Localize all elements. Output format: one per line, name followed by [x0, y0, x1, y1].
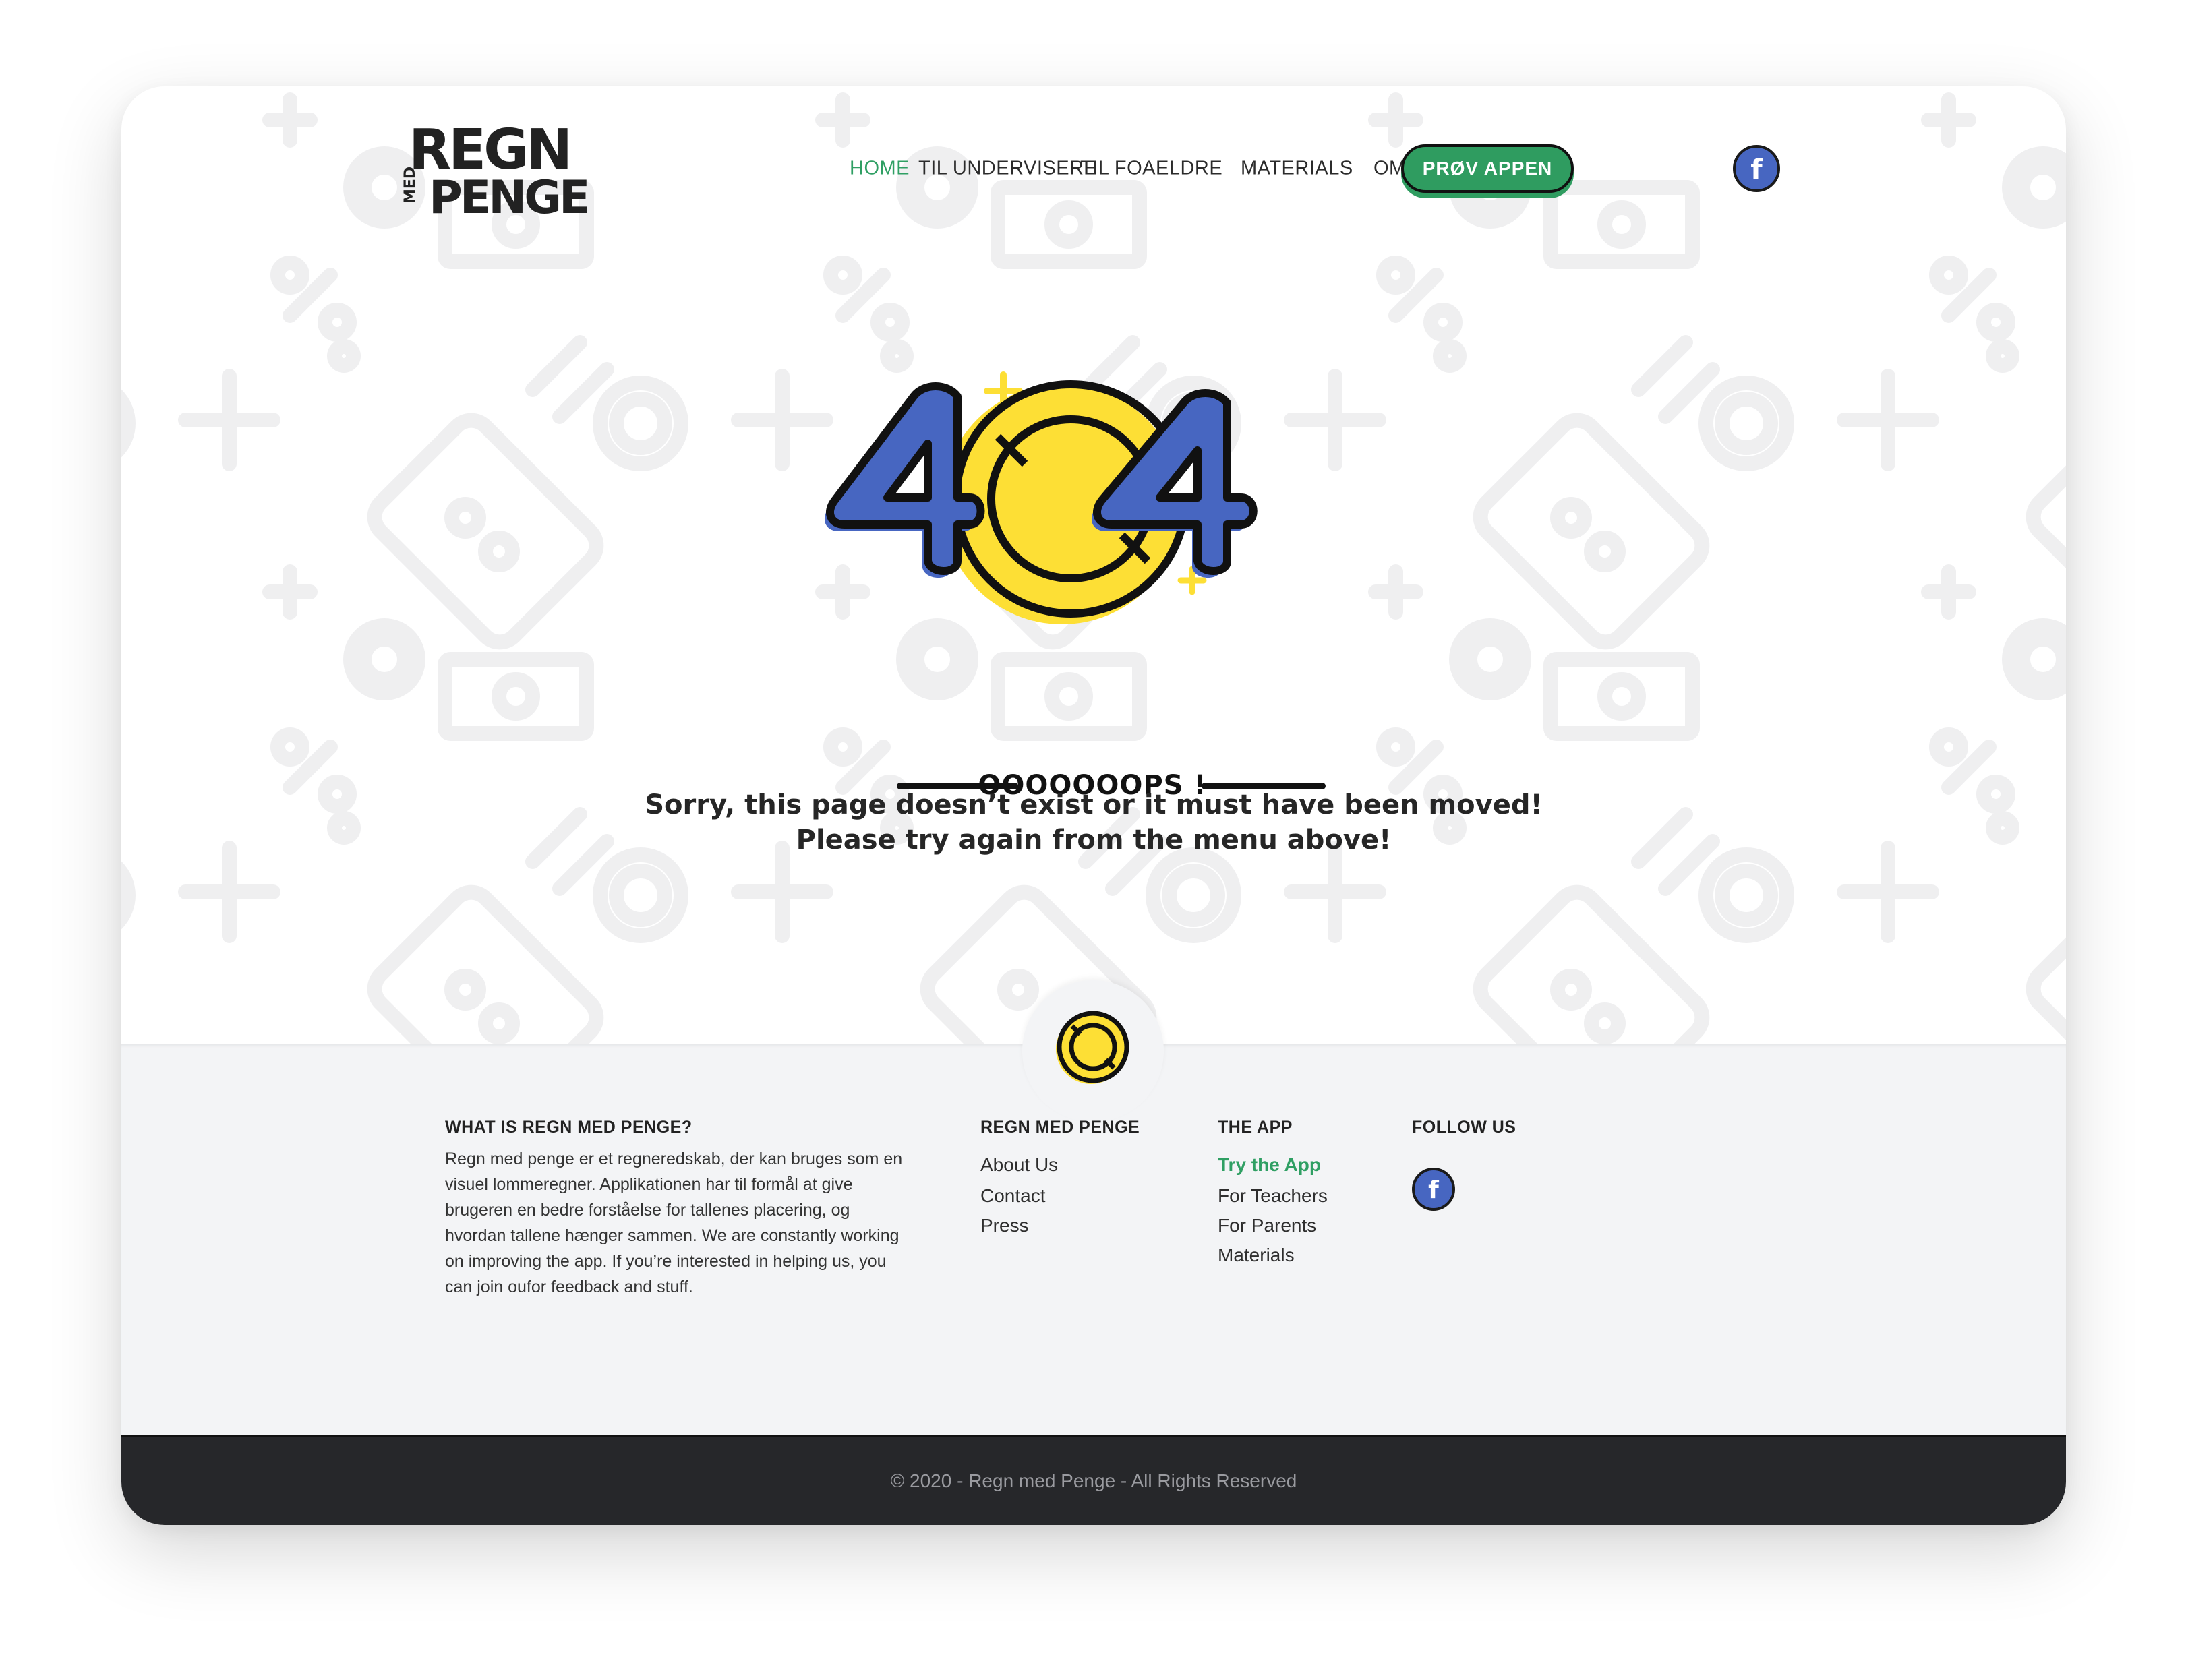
footer-link-materials[interactable]: Materials [1218, 1244, 1295, 1266]
footer-link-about-us[interactable]: About Us [980, 1154, 1058, 1176]
nav-til-undervisere[interactable]: TIL UNDERVISERE [918, 158, 1097, 180]
logo-regn: REGN [409, 118, 572, 182]
logo-penge: PENGE [429, 171, 590, 224]
footer-link-contact[interactable]: Contact [980, 1185, 1046, 1207]
footer-link-for-teachers[interactable]: For Teachers [1218, 1185, 1328, 1207]
error-message: Sorry, this page doesn’t exist or it mus… [121, 787, 2066, 858]
error-404-illustration [824, 371, 1258, 624]
footer-link-for-parents[interactable]: For Parents [1218, 1215, 1316, 1236]
try-app-button[interactable]: PRØV APPEN [1401, 144, 1574, 193]
footer-follow-heading: FOLLOW US [1412, 1118, 1516, 1137]
coin-icon [1056, 1011, 1129, 1084]
facebook-icon[interactable]: f [1733, 145, 1780, 192]
footer-app-heading: THE APP [1218, 1118, 1293, 1137]
facebook-glyph: f [1428, 1176, 1439, 1204]
logo-med: MED [402, 166, 419, 204]
nav-til-foaeldre[interactable]: TIL FOAELDRE [1080, 158, 1222, 180]
footer-link-try-app[interactable]: Try the App [1218, 1154, 1321, 1176]
error-message-line1: Sorry, this page doesn’t exist or it mus… [645, 789, 1543, 820]
copyright-text: © 2020 - Regn med Penge - All Rights Res… [890, 1470, 1297, 1491]
footer-about-heading: WHAT IS REGN MED PENGE? [445, 1118, 692, 1137]
facebook-icon[interactable]: f [1412, 1168, 1455, 1211]
copyright-bar: © 2020 - Regn med Penge - All Rights Res… [121, 1435, 2066, 1525]
footer-regn-heading: REGN MED PENGE [980, 1118, 1140, 1137]
nav-materials[interactable]: MATERIALS [1241, 158, 1353, 180]
nav-home[interactable]: HOME [850, 158, 910, 180]
browser-frame: REGN MED PENGE HOME TIL UNDERVISERE TIL … [121, 86, 2066, 1525]
facebook-glyph: f [1750, 154, 1763, 185]
digit-four-left [824, 382, 985, 578]
brand-logo[interactable]: REGN MED PENGE [402, 123, 590, 224]
footer-about-text: Regn med penge er et regneredskab, der k… [445, 1149, 903, 1296]
error-message-line2: Please try again from the menu above! [796, 824, 1392, 856]
footer-link-press[interactable]: Press [980, 1215, 1029, 1236]
